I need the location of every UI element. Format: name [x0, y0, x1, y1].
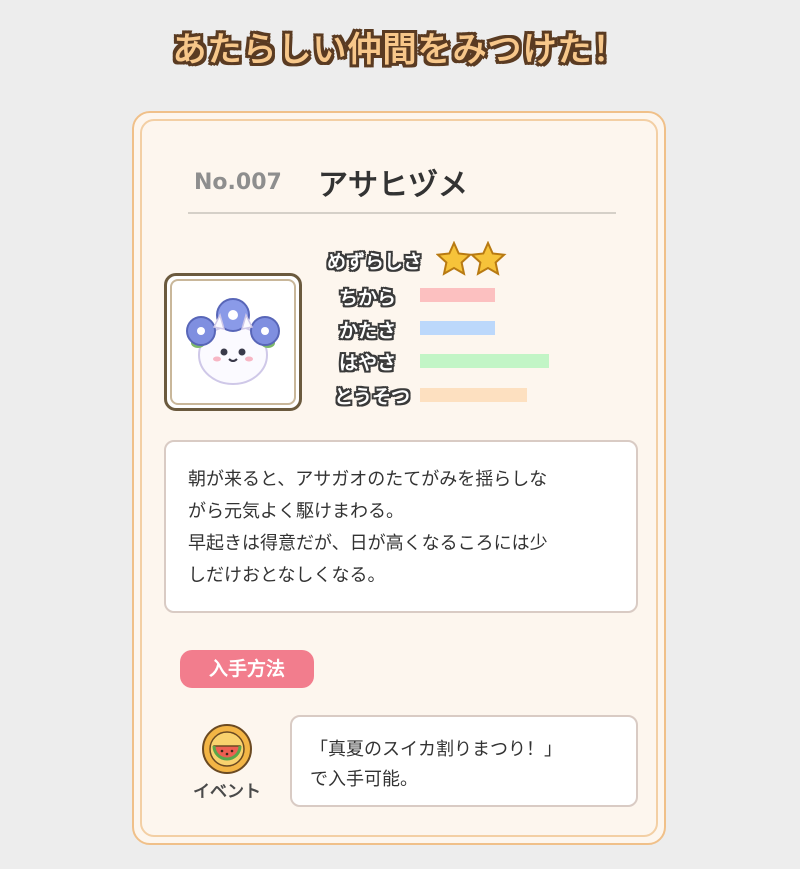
header-divider — [188, 212, 616, 214]
rarity-star-icon — [436, 241, 473, 276]
stat-label-power: ちから — [338, 287, 396, 309]
monster-portrait — [164, 273, 302, 411]
obtain-line: で入手可能。 — [310, 769, 418, 790]
rarity-star-icon — [469, 241, 507, 276]
monster-number: No.007 — [194, 170, 282, 195]
stat-label-speed: はやさ — [338, 352, 396, 374]
obtain-detail-box: 「真夏のスイカ割りまつり！」 で入手可能。 — [290, 715, 638, 807]
source-label: イベント — [193, 782, 261, 802]
obtain-line: 「真夏のスイカ割りまつり！」 — [310, 739, 562, 760]
stat-bar-power — [420, 288, 495, 302]
stat-label-defense: かたさ — [338, 320, 396, 342]
monster-name: アサヒヅメ — [318, 168, 468, 203]
stat-bar-defense — [420, 321, 495, 335]
rarity-label: めずらしさ — [326, 251, 422, 273]
stat-label-leadership: とうそつ — [333, 386, 410, 408]
rarity-stars — [436, 241, 507, 276]
description-line: 朝が来ると、アサガオのたてがみを揺らしな — [188, 469, 548, 490]
description-line: しだけおとなしくなる。 — [188, 565, 386, 586]
description-line: がら元気よく駆けまわる。 — [188, 501, 404, 522]
description-box: 朝が来ると、アサガオのたてがみを揺らしな がら元気よく駆けまわる。 早起きは得意… — [164, 440, 638, 613]
watermelon-medal-icon — [202, 724, 252, 774]
monster-card: No.007 アサヒヅメ めずらしさ ちから かたさ はやさ とうそつ 朝が来る… — [132, 111, 666, 845]
page-title: あたらしい仲間をみつけた！ — [172, 30, 628, 70]
stat-bar-speed — [420, 354, 549, 368]
obtain-method-tag: 入手方法 — [180, 650, 314, 688]
stat-bar-leadership — [420, 388, 527, 402]
morning-glory-fluffball-icon — [186, 298, 280, 385]
description-line: 早起きは得意だが、日が高くなるころには少 — [188, 533, 548, 554]
